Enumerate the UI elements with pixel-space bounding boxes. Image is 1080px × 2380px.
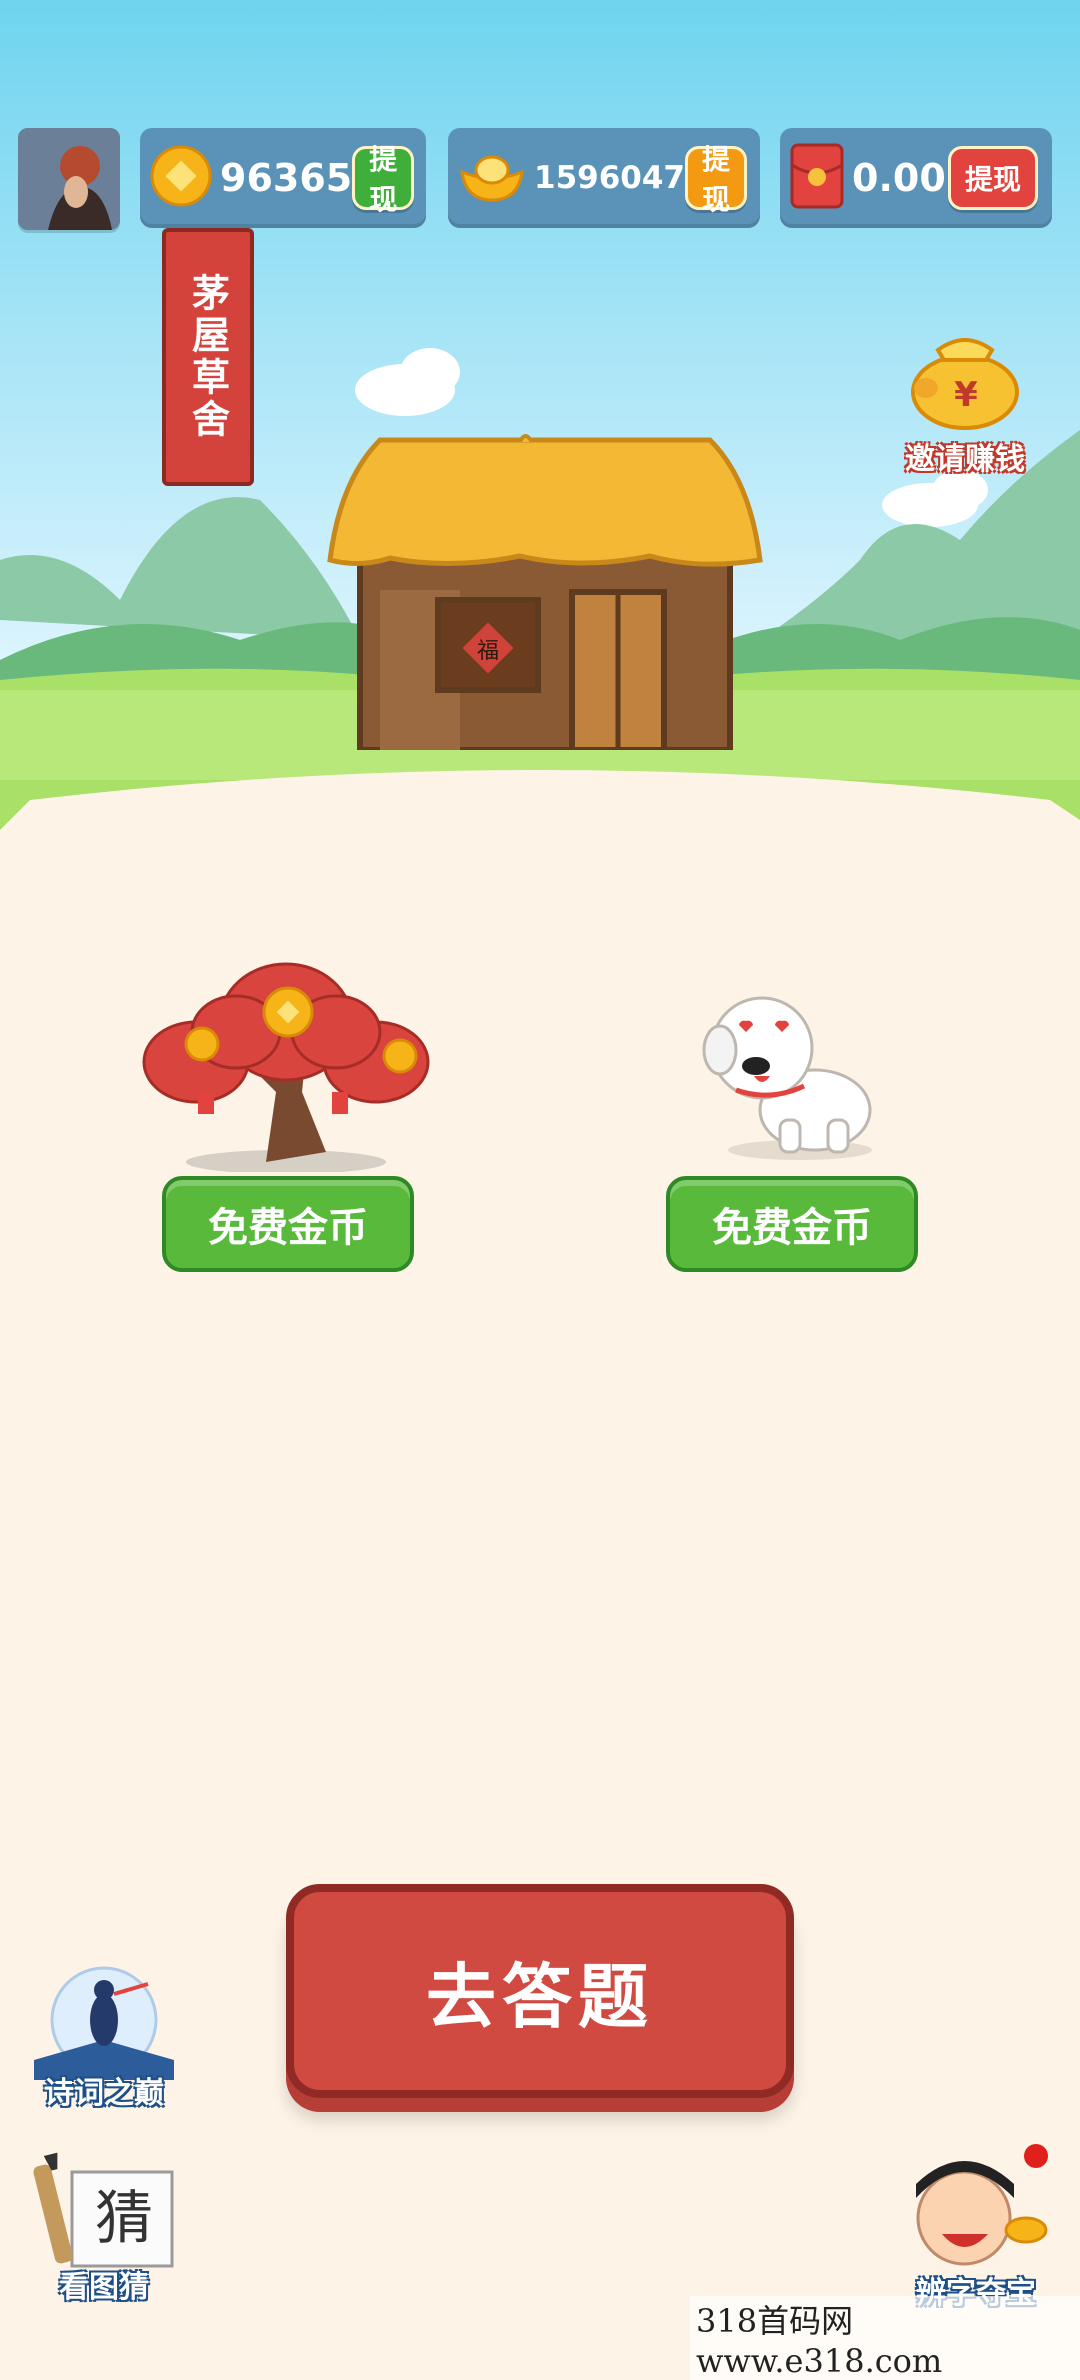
invite-button[interactable]: ¥ 邀请赚钱: [880, 310, 1050, 478]
guess-picture-badge: 猜: [95, 2184, 153, 2252]
piggy-bank-icon: ¥: [911, 338, 1019, 430]
location-banner-text: 茅屋草舍: [185, 273, 231, 441]
money-tree[interactable]: [136, 952, 440, 1172]
ingot-balance: 1596047 提现: [448, 128, 760, 228]
coin-balance: 96365 提现: [140, 128, 426, 228]
start-quiz-button[interactable]: 去答题: [286, 1884, 794, 2098]
gold-ingot-icon: [458, 148, 526, 208]
thatched-hut: 福: [327, 434, 763, 750]
dog-pet[interactable]: [700, 990, 880, 1160]
location-banner: 茅屋草舍: [162, 228, 254, 486]
character-treasure-game[interactable]: 辨字夺宝: [886, 2140, 1066, 2320]
money-tree-free-coins-button[interactable]: 免费金币: [162, 1176, 414, 1272]
user-avatar[interactable]: [18, 128, 120, 230]
poetry-peak-game[interactable]: 诗词之巅: [24, 1960, 184, 2120]
dog-free-coins-button[interactable]: 免费金币: [666, 1176, 918, 1272]
red-packet-value: 0.00: [852, 156, 946, 200]
coin-withdraw-button[interactable]: 提现: [352, 143, 415, 216]
coin-icon: [150, 145, 212, 211]
scholar-character-icon: [916, 2144, 1048, 2266]
guess-picture-game[interactable]: 猜 看图猜: [24, 2150, 184, 2310]
guess-picture-icon: 猜: [33, 2152, 174, 2268]
red-envelope-icon: [790, 143, 844, 213]
poetry-peak-label: 诗词之巅: [44, 2076, 164, 2111]
start-quiz-label: 去答题: [426, 1955, 654, 2038]
poetry-peak-icon: [34, 1966, 174, 2080]
svg-text:¥: ¥: [954, 375, 978, 415]
red-packet-withdraw-button[interactable]: 提现: [947, 146, 1038, 210]
notification-dot: [1024, 2144, 1048, 2168]
coin-value: 96365: [220, 156, 353, 200]
door-sign-text: 福: [477, 639, 499, 664]
red-packet-balance: 0.00 提现: [780, 128, 1052, 228]
ingot-withdraw-button[interactable]: 提现: [685, 143, 748, 216]
invite-label: 邀请赚钱: [905, 442, 1025, 477]
ingot-value: 1596047: [534, 160, 685, 196]
site-watermark: 318首码网 www.e318.com: [690, 2296, 1080, 2380]
guess-picture-label: 看图猜: [59, 2270, 149, 2305]
